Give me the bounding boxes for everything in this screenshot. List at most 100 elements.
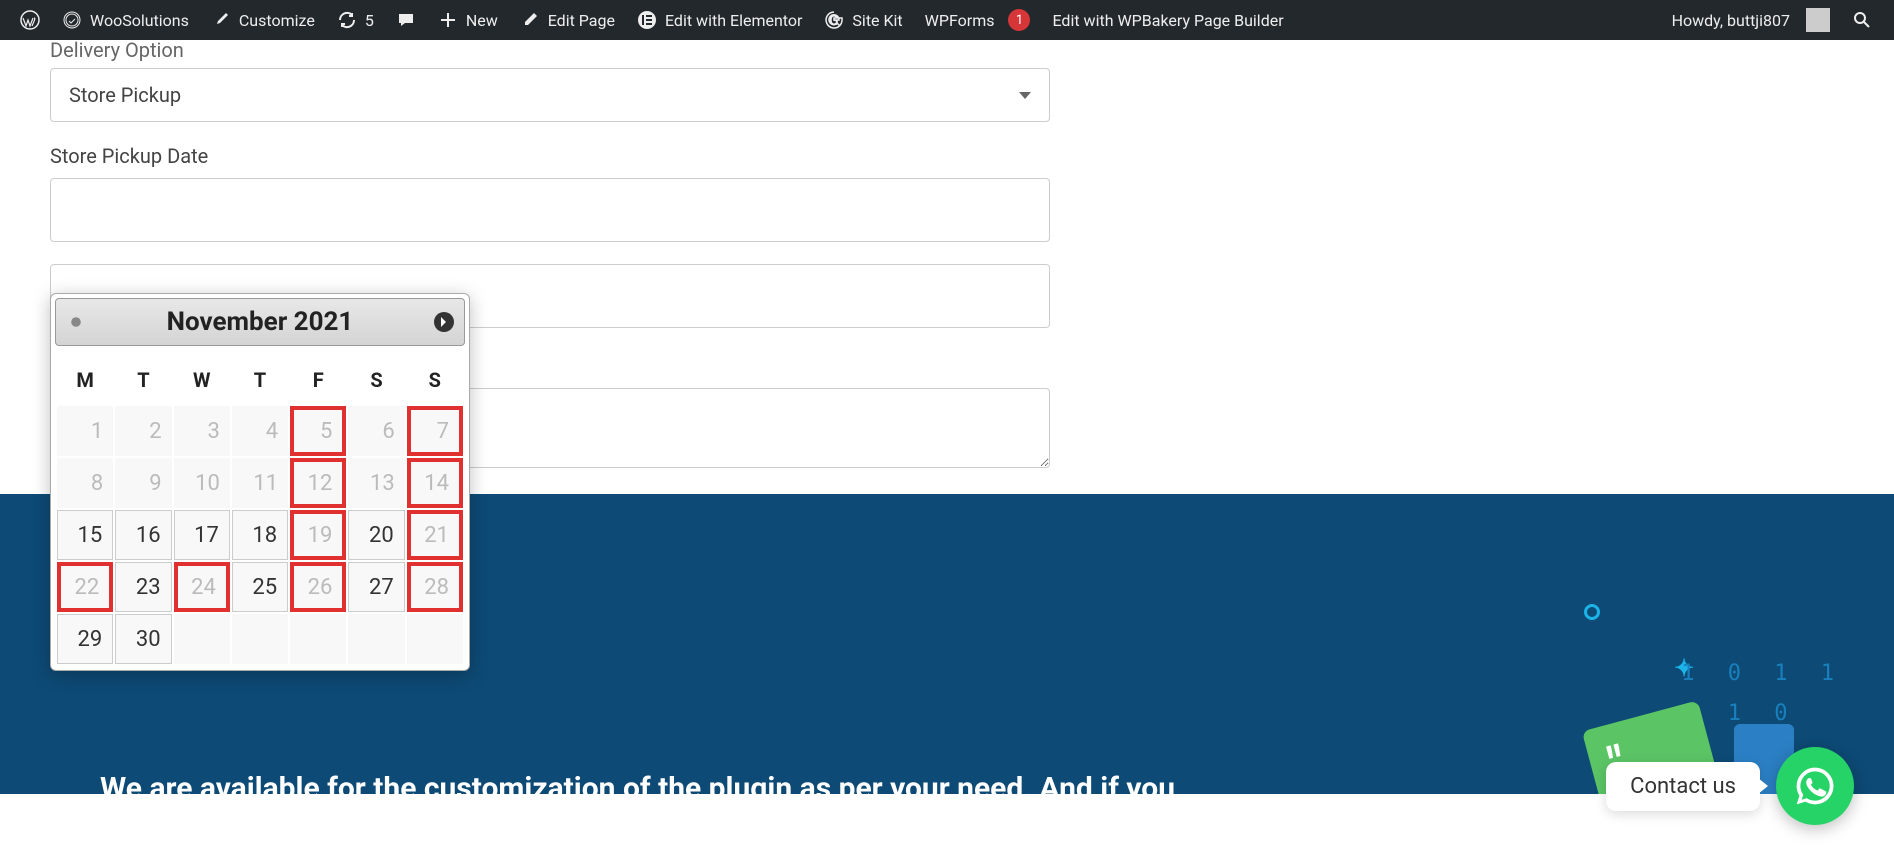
deco-circle-icon [1584, 604, 1600, 620]
calendar-day: 19 [290, 510, 346, 560]
whatsapp-icon [1793, 764, 1837, 808]
edit-page-link[interactable]: Edit Page [510, 0, 625, 40]
calendar-day: 7 [407, 406, 463, 456]
delivery-option-label: Delivery Option [50, 38, 1844, 62]
day-header: W [174, 356, 230, 404]
sitekit-label: Site Kit [852, 11, 902, 30]
pencil-icon [520, 10, 540, 30]
updates-count: 5 [365, 11, 374, 30]
calendar-day[interactable]: 16 [115, 510, 171, 560]
wp-admin-bar: WooSolutions Customize 5 New [0, 0, 1894, 40]
elementor-label: Edit with Elementor [665, 11, 802, 30]
calendar-day: 1 [57, 406, 113, 456]
calendar-day [174, 614, 230, 664]
new-link[interactable]: New [428, 0, 508, 40]
calendar-day [407, 614, 463, 664]
pickup-date-group: Store Pickup Date [50, 144, 1844, 242]
day-header: T [232, 356, 288, 404]
calendar-day: 10 [174, 458, 230, 508]
calendar-day[interactable]: 29 [57, 614, 113, 664]
plus-icon [438, 10, 458, 30]
calendar-day: 28 [407, 562, 463, 612]
calendar-day: 24 [174, 562, 230, 612]
woo-solutions-label: WooSolutions [90, 11, 189, 30]
footer-text: We are available for the customization o… [100, 771, 1175, 794]
calendar-day[interactable]: 20 [348, 510, 404, 560]
datepicker: November 2021 MTWTFSS 123456789101112131… [50, 293, 470, 671]
datepicker-prev[interactable] [64, 310, 88, 334]
elementor-icon [637, 10, 657, 30]
woo-solutions-link[interactable]: WooSolutions [52, 0, 199, 40]
my-account-link[interactable]: Howdy, buttji807 [1662, 0, 1840, 40]
update-icon [337, 10, 357, 30]
delivery-option-group: Store Pickup [50, 68, 1844, 122]
day-header: F [290, 356, 346, 404]
calendar-day: 13 [348, 458, 404, 508]
elementor-link[interactable]: Edit with Elementor [627, 0, 812, 40]
howdy-text: Howdy, buttji807 [1672, 11, 1790, 30]
datepicker-next[interactable] [432, 310, 456, 334]
calendar-day: 26 [290, 562, 346, 612]
contact-bubble[interactable]: Contact us [1606, 762, 1760, 811]
chevron-down-icon [1019, 92, 1031, 99]
contact-widget: Contact us [1606, 747, 1854, 825]
sitekit-link[interactable]: G Site Kit [814, 0, 912, 40]
day-header: S [348, 356, 404, 404]
pickup-date-input[interactable] [50, 178, 1050, 242]
calendar-day [290, 614, 346, 664]
calendar-day: 2 [115, 406, 171, 456]
customize-label: Customize [239, 11, 315, 30]
customize-link[interactable]: Customize [201, 0, 325, 40]
wp-logo[interactable] [10, 0, 50, 40]
datepicker-title: November 2021 [167, 307, 354, 337]
calendar-day: 22 [57, 562, 113, 612]
calendar-day: 12 [290, 458, 346, 508]
calendar-day: 5 [290, 406, 346, 456]
calendar-day[interactable]: 17 [174, 510, 230, 560]
calendar-day [348, 614, 404, 664]
wpbakery-link[interactable]: Edit with WPBakery Page Builder [1042, 0, 1293, 40]
google-icon: G [824, 10, 844, 30]
calendar-day: 6 [348, 406, 404, 456]
datepicker-calendar: MTWTFSS 12345678910111213141516171819202… [55, 354, 465, 666]
wpforms-label: WPForms [925, 11, 995, 30]
wordpress-icon [20, 10, 40, 30]
wpforms-badge: 1 [1008, 9, 1030, 31]
calendar-day [232, 614, 288, 664]
calendar-day[interactable]: 25 [232, 562, 288, 612]
svg-text:G: G [829, 13, 839, 29]
pickup-date-label: Store Pickup Date [50, 144, 1844, 168]
whatsapp-button[interactable] [1776, 747, 1854, 825]
calendar-day: 8 [57, 458, 113, 508]
wpbakery-label: Edit with WPBakery Page Builder [1052, 11, 1283, 30]
calendar-day: 4 [232, 406, 288, 456]
avatar [1806, 8, 1830, 32]
delivery-option-select[interactable]: Store Pickup [50, 68, 1050, 122]
dashboard-icon [62, 10, 82, 30]
calendar-day: 11 [232, 458, 288, 508]
admin-bar-left: WooSolutions Customize 5 New [10, 0, 1294, 40]
calendar-day: 9 [115, 458, 171, 508]
content-area: Delivery Option Store Pickup Store Picku… [0, 38, 1894, 472]
edit-page-label: Edit Page [548, 11, 615, 30]
admin-bar-right: Howdy, buttji807 [1662, 0, 1884, 40]
calendar-day[interactable]: 30 [115, 614, 171, 664]
wpforms-link[interactable]: WPForms 1 [915, 0, 1041, 40]
delivery-option-value: Store Pickup [69, 83, 181, 107]
calendar-day: 14 [407, 458, 463, 508]
day-header: T [115, 356, 171, 404]
comments-link[interactable] [386, 0, 426, 40]
calendar-day[interactable]: 15 [57, 510, 113, 560]
admin-search[interactable] [1840, 0, 1884, 40]
calendar-day[interactable]: 18 [232, 510, 288, 560]
calendar-day[interactable]: 23 [115, 562, 171, 612]
comment-icon [396, 10, 416, 30]
calendar-day[interactable]: 27 [348, 562, 404, 612]
search-icon [1852, 10, 1872, 30]
calendar-day: 21 [407, 510, 463, 560]
day-header: S [407, 356, 463, 404]
brush-icon [211, 10, 231, 30]
deco-binary-text: 1 0 1 10 1 0 [1681, 654, 1844, 733]
updates-link[interactable]: 5 [327, 0, 384, 40]
next-arrow-icon [434, 312, 454, 332]
